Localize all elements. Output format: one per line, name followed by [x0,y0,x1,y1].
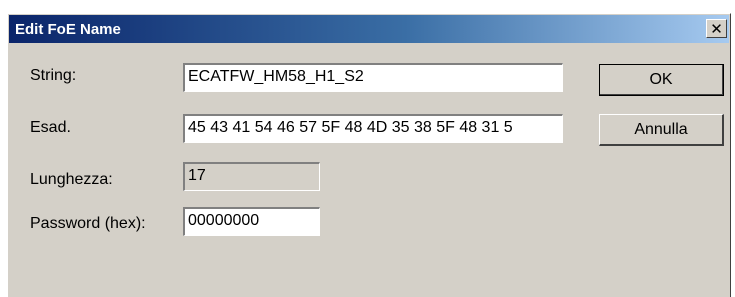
cancel-button[interactable]: Annulla [599,114,724,146]
ok-button[interactable]: OK [599,64,724,96]
hex-input[interactable]: 45 43 41 54 46 57 5F 48 4D 35 38 5F 48 3… [183,114,563,143]
string-input[interactable]: ECATFW_HM58_H1_S2 [183,63,563,92]
close-icon: ✕ [710,19,723,38]
dialog-title: Edit FoE Name [15,21,121,38]
hex-label: Esad. [30,119,71,136]
password-input[interactable]: 00000000 [183,207,320,236]
title-bar[interactable]: Edit FoE Name ✕ [9,15,729,43]
length-label: Lunghezza: [30,171,113,188]
edit-foe-name-dialog: Edit FoE Name ✕ String: ECATFW_HM58_H1_S… [7,13,731,297]
string-label: String: [30,67,77,84]
password-label: Password (hex): [30,215,146,232]
close-button[interactable]: ✕ [706,19,727,38]
length-field: 17 [183,162,320,191]
